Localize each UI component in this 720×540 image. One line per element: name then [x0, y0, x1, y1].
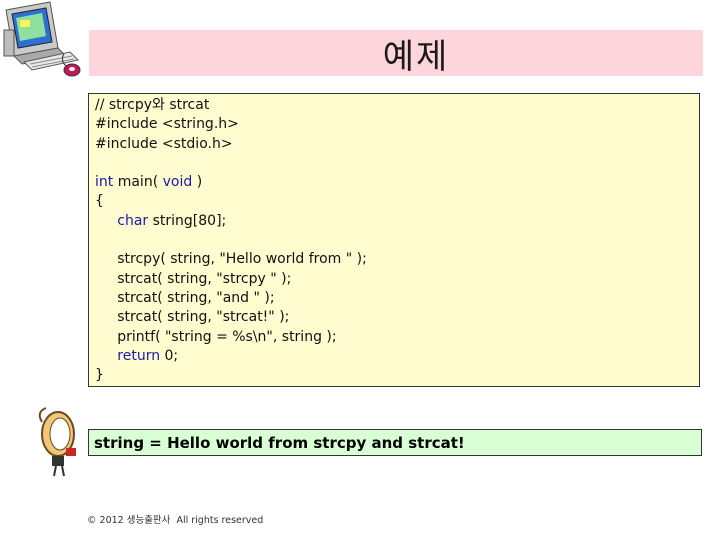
code-listing: // strcpy와 strcat #include <string.h> #inc…	[88, 93, 700, 387]
copyright-footer: © 2012 생능출판사 All rights reserved	[87, 515, 264, 526]
code-line: strcat( string, "and " );	[95, 289, 699, 308]
code-keyword: int	[95, 174, 114, 191]
code-text: strcat( string, "and " );	[95, 289, 275, 306]
code-line: #include <string.h>	[95, 115, 699, 134]
code-text: {	[95, 193, 104, 210]
title-bar: 예제	[89, 30, 703, 77]
code-keyword: char	[117, 212, 149, 229]
figure-icon	[38, 407, 76, 477]
code-text: 0;	[160, 347, 179, 364]
program-output: string = Hello world from strcpy and str…	[94, 433, 465, 452]
code-line: }	[95, 366, 699, 385]
code-keyword: return	[117, 347, 161, 364]
code-text: strcpy( string, "Hello world from " );	[95, 251, 367, 268]
code-text: #include <stdio.h>	[95, 135, 233, 152]
code-keyword: void	[162, 174, 193, 191]
slide-title: 예제	[382, 36, 450, 77]
code-line: strcat( string, "strcpy " );	[95, 270, 699, 289]
code-text: main(	[113, 174, 163, 191]
code-line: #include <stdio.h>	[95, 135, 699, 154]
code-line: int main( void )	[95, 173, 699, 192]
code-line: {	[95, 192, 699, 211]
code-text: strcat( string, "strcat!" );	[95, 309, 290, 326]
code-line: char string[80];	[95, 212, 699, 231]
code-text: }	[95, 367, 104, 384]
code-text: #include <string.h>	[95, 116, 239, 133]
code-line: printf( "string = %s\n", string );	[95, 328, 699, 347]
code-line: // strcpy와 strcat	[95, 96, 699, 115]
code-text: string[80];	[148, 212, 227, 229]
code-line: strcat( string, "strcat!" );	[95, 308, 699, 327]
output-box: string = Hello world from strcpy and str…	[88, 429, 702, 456]
code-line: strcpy( string, "Hello world from " );	[95, 250, 699, 269]
code-text: )	[192, 174, 203, 191]
code-text: printf( "string = %s\n", string );	[95, 328, 337, 345]
code-line: return 0;	[95, 347, 699, 366]
computer-icon	[3, 1, 81, 77]
code-text: strcat( string, "strcpy " );	[95, 270, 292, 287]
code-text: // strcpy와 strcat	[95, 97, 210, 113]
